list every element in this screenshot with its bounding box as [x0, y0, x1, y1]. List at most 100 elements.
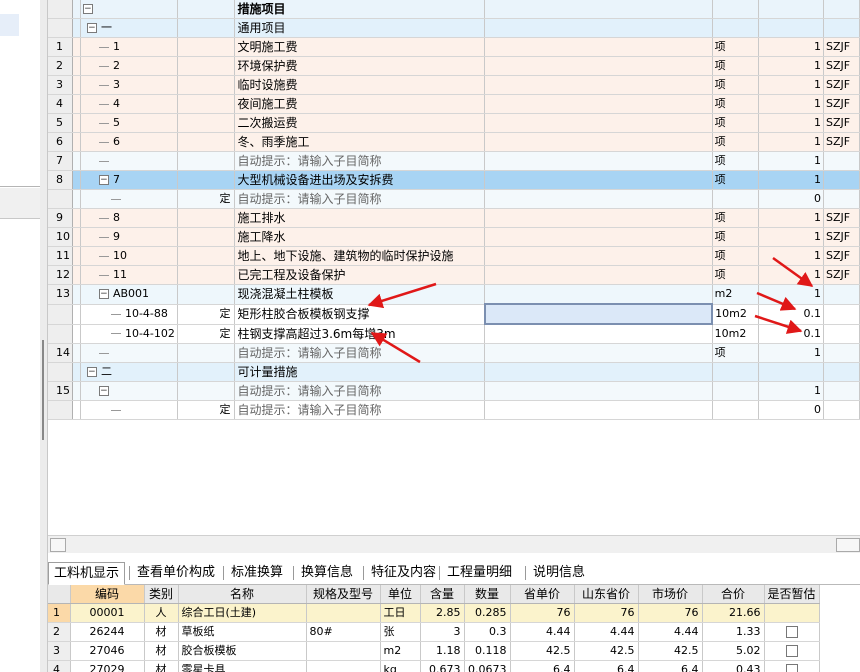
estimate-cell[interactable]: [764, 622, 820, 642]
resource-prov[interactable]: 76: [510, 603, 575, 623]
item-name[interactable]: 自动提示：请输入子目简称: [234, 189, 486, 209]
item-name[interactable]: 临时设施费: [234, 75, 486, 95]
column-header[interactable]: 市场价: [638, 585, 703, 604]
pane-splitter[interactable]: [40, 0, 48, 672]
resource-content[interactable]: 1.18: [420, 641, 465, 661]
resource-sd[interactable]: 4.44: [574, 622, 639, 642]
type-cell[interactable]: [177, 151, 236, 171]
item-name[interactable]: 矩形柱胶合板模板钢支撑: [234, 304, 486, 325]
grid-row[interactable]: 8 −7 大型机械设备进出场及安拆费 项 1: [48, 170, 860, 190]
type-cell[interactable]: [177, 132, 236, 152]
unit-cell[interactable]: 项: [712, 75, 759, 95]
code-cell[interactable]: 9: [80, 227, 178, 247]
quantity-cell[interactable]: [758, 18, 825, 38]
fee-code-cell[interactable]: [823, 284, 860, 305]
type-cell[interactable]: [177, 265, 236, 285]
resource-name[interactable]: 草板纸: [178, 622, 307, 642]
quantity-cell[interactable]: 0: [758, 189, 825, 209]
unit-cell[interactable]: 项: [712, 246, 759, 266]
resource-total[interactable]: 21.66: [702, 603, 765, 623]
type-cell[interactable]: [177, 246, 236, 266]
row-number[interactable]: 1: [48, 37, 73, 57]
type-cell[interactable]: [177, 381, 236, 401]
feature-cell[interactable]: [484, 381, 713, 401]
row-number[interactable]: 4: [48, 94, 73, 114]
unit-cell[interactable]: 项: [712, 343, 759, 363]
item-name[interactable]: 文明施工费: [234, 37, 486, 57]
row-number[interactable]: 3: [48, 75, 73, 95]
resource-qty[interactable]: 0.118: [464, 641, 511, 661]
grid-row[interactable]: 10 9 施工降水 项 1 SZJF: [48, 227, 860, 247]
resource-row[interactable]: 1 00001 人综合工日(土建) 工日 2.85 0.285 76 76 76 21.66: [48, 603, 820, 623]
item-name[interactable]: 通用项目: [234, 18, 486, 38]
quantity-cell[interactable]: 1: [758, 381, 825, 401]
unit-cell[interactable]: 项: [712, 208, 759, 228]
row-number[interactable]: 12: [48, 265, 73, 285]
resource-cat[interactable]: 人: [144, 603, 179, 623]
estimate-checkbox[interactable]: [785, 664, 798, 672]
fee-code-cell[interactable]: SZJF: [823, 246, 860, 266]
estimate-checkbox[interactable]: [785, 645, 798, 657]
fee-code-cell[interactable]: SZJF: [823, 113, 860, 133]
resource-spec[interactable]: 80#: [306, 622, 381, 642]
row-number[interactable]: 9: [48, 208, 73, 228]
resource-qty[interactable]: 0.0673: [464, 660, 511, 672]
unit-cell[interactable]: 项: [712, 56, 759, 76]
feature-cell[interactable]: [484, 151, 713, 171]
column-header[interactable]: 单位: [380, 585, 421, 604]
grid-row[interactable]: 12 11 已完工程及设备保护 项 1 SZJF: [48, 265, 860, 285]
estimate-checkbox[interactable]: [785, 626, 798, 638]
fee-code-cell[interactable]: [823, 170, 860, 190]
code-cell[interactable]: 11: [80, 265, 178, 285]
resource-row[interactable]: 4 27029 材零星卡具 kg 0.673 0.0673 6.4 6.4 6.4 0.43: [48, 660, 820, 672]
quantity-cell[interactable]: 0.1: [758, 304, 825, 325]
item-name[interactable]: 二次搬运费: [234, 113, 486, 133]
resource-sd[interactable]: 42.5: [574, 641, 639, 661]
row-number[interactable]: 4: [48, 660, 71, 672]
resource-code[interactable]: 00001: [70, 603, 145, 623]
feature-cell[interactable]: [484, 324, 713, 344]
fee-code-cell[interactable]: SZJF: [823, 227, 860, 247]
resource-name[interactable]: 零星卡具: [178, 660, 307, 672]
item-name[interactable]: 自动提示：请输入子目简称: [234, 151, 486, 171]
quantity-cell[interactable]: 0: [758, 400, 825, 420]
column-header[interactable]: 规格及型号: [306, 585, 381, 604]
row-number[interactable]: [48, 324, 73, 344]
code-cell[interactable]: −7: [80, 170, 178, 190]
quantity-cell[interactable]: 1: [758, 132, 825, 152]
grid-row[interactable]: 14 自动提示：请输入子目简称 项 1: [48, 343, 860, 363]
resource-cat[interactable]: 材: [144, 622, 179, 642]
item-name[interactable]: 冬、雨季施工: [234, 132, 486, 152]
quantity-cell[interactable]: 1: [758, 170, 825, 190]
nav-selected-item[interactable]: [0, 14, 19, 36]
item-name[interactable]: 可计量措施: [234, 362, 486, 382]
type-cell[interactable]: 定: [177, 189, 236, 209]
unit-cell[interactable]: 项: [712, 151, 759, 171]
row-number[interactable]: 8: [48, 170, 73, 190]
resource-market[interactable]: 6.4: [638, 660, 703, 672]
fee-code-cell[interactable]: SZJF: [823, 56, 860, 76]
item-name[interactable]: 自动提示：请输入子目简称: [234, 343, 486, 363]
grid-row[interactable]: 4 4 夜间施工费 项 1 SZJF: [48, 94, 860, 114]
fee-code-cell[interactable]: SZJF: [823, 37, 860, 57]
unit-cell[interactable]: m2: [712, 284, 759, 305]
item-name[interactable]: 施工降水: [234, 227, 486, 247]
quantity-cell[interactable]: 1: [758, 75, 825, 95]
item-name[interactable]: 地上、地下设施、建筑物的临时保护设施: [234, 246, 486, 266]
code-cell[interactable]: 1: [80, 37, 178, 57]
resource-prov[interactable]: 4.44: [510, 622, 575, 642]
measures-grid[interactable]: − 措施项目 − 一通用项目 1 1 文明施工费项 1 SZJF 2 2 环境保护费项 1 SZJF 3…: [48, 0, 860, 554]
code-cell[interactable]: [80, 400, 178, 420]
tab-2[interactable]: 标准换算: [226, 562, 288, 583]
fee-code-cell[interactable]: [823, 151, 860, 171]
feature-cell[interactable]: [484, 284, 713, 305]
unit-cell[interactable]: 项: [712, 227, 759, 247]
unit-cell[interactable]: 项: [712, 113, 759, 133]
tab-0[interactable]: 工料机显示: [48, 562, 126, 585]
resource-spec[interactable]: [306, 603, 381, 623]
splitter-grip[interactable]: [42, 340, 44, 440]
grid-row[interactable]: 15 − 自动提示：请输入子目简称 1: [48, 381, 860, 401]
type-cell[interactable]: [177, 284, 236, 305]
code-cell[interactable]: 3: [80, 75, 178, 95]
quantity-cell[interactable]: 0.1: [758, 324, 825, 344]
